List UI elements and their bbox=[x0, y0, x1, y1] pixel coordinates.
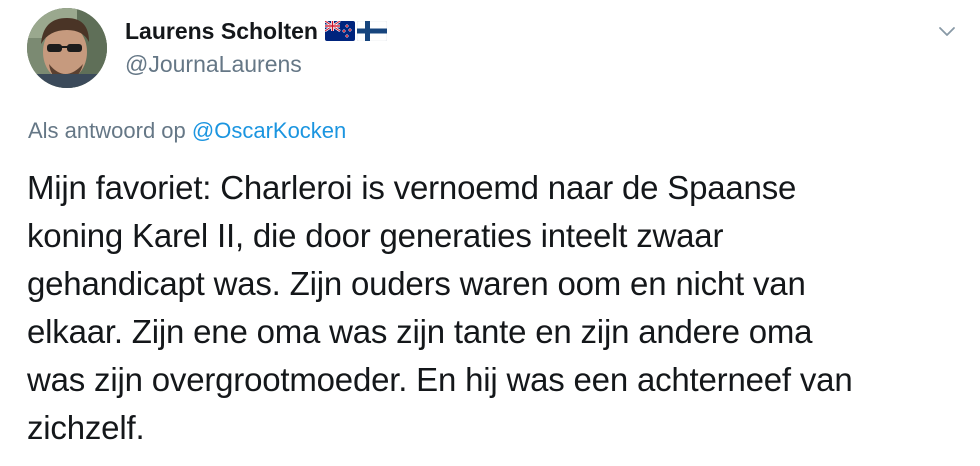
chevron-down-icon bbox=[939, 27, 955, 36]
reply-mention-link[interactable]: @OscarKocken bbox=[192, 118, 346, 143]
more-options-button[interactable] bbox=[936, 20, 958, 42]
reply-prefix: Als antwoord op bbox=[28, 118, 186, 143]
tweet-text-line: zichzelf. bbox=[27, 409, 145, 446]
flag-emojis bbox=[324, 21, 387, 41]
tweet-card: Laurens Scholten @JournaLaurens Als antw… bbox=[0, 0, 980, 466]
new-zealand-flag-icon bbox=[324, 21, 355, 41]
reply-context: Als antwoord op @OscarKocken bbox=[28, 117, 346, 145]
avatar[interactable] bbox=[27, 8, 107, 88]
author-handle[interactable]: @JournaLaurens bbox=[125, 49, 387, 79]
tweet-text-line: Mijn favoriet: Charleroi is vernoemd naa… bbox=[27, 169, 797, 206]
avatar-image bbox=[27, 8, 107, 88]
tweet-text-line: was zijn overgrootmoeder. En hij was een… bbox=[27, 361, 853, 398]
author-display-name[interactable]: Laurens Scholten bbox=[125, 16, 318, 46]
finland-flag-icon bbox=[356, 21, 387, 41]
tweet-text-line: koning Karel II, die door generaties int… bbox=[27, 217, 724, 254]
author-info: Laurens Scholten @JournaLaurens bbox=[125, 16, 387, 79]
tweet-text-line: elkaar. Zijn ene oma was zijn tante en z… bbox=[27, 313, 813, 350]
tweet-text-line: gehandicapt was. Zijn ouders waren oom e… bbox=[27, 265, 806, 302]
tweet-text: Mijn favoriet: Charleroi is vernoemd naa… bbox=[27, 164, 957, 452]
author-name-row: Laurens Scholten bbox=[125, 16, 387, 46]
